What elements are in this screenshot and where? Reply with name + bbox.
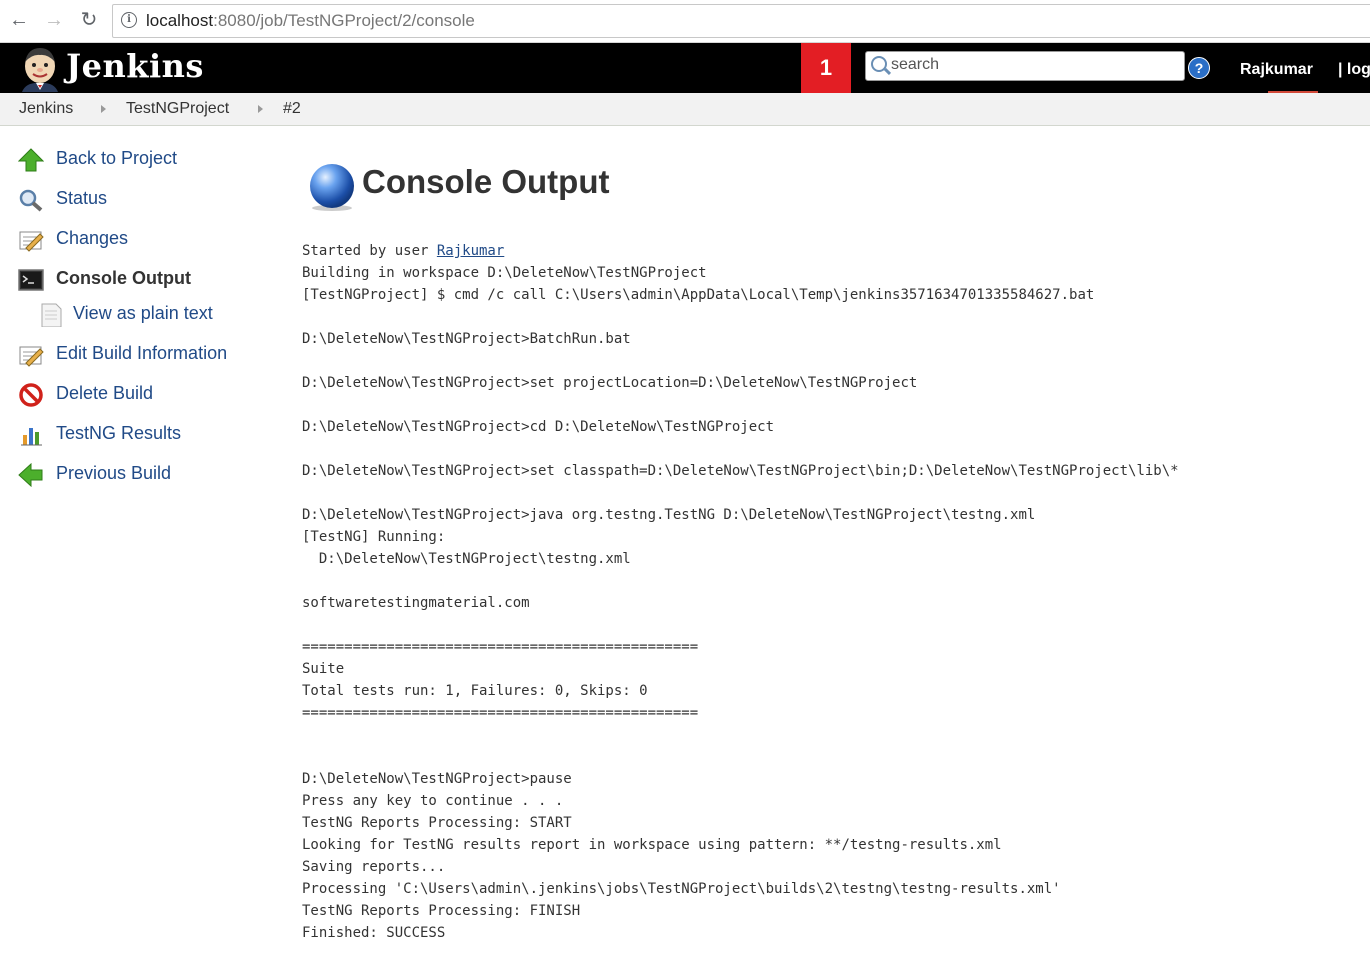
jenkins-header: Jenkins 1 ? Rajkumar | log	[0, 43, 1370, 93]
magnifier-icon	[19, 189, 43, 212]
blue-ball-icon	[310, 164, 354, 211]
jenkins-logo-text[interactable]: Jenkins	[66, 47, 204, 85]
breadcrumb-jenkins[interactable]: Jenkins	[19, 100, 73, 118]
console-log: Building in workspace D:\DeleteNow\TestN…	[302, 265, 1179, 941]
terminal-icon	[18, 269, 44, 291]
user-link[interactable]: Rajkumar	[1240, 61, 1313, 79]
task-label[interactable]: TestNG Results	[56, 423, 181, 444]
document-icon	[41, 303, 62, 327]
no-entry-icon	[19, 383, 43, 407]
breadcrumb-separator-icon[interactable]	[258, 105, 263, 113]
breadcrumb-project[interactable]: TestNGProject	[126, 100, 229, 118]
back-arrow-icon[interactable]: ←	[6, 8, 32, 34]
task-label[interactable]: Edit Build Information	[56, 343, 227, 364]
bar-chart-icon	[21, 428, 42, 446]
notepad-icon	[19, 346, 44, 367]
page-title: Console Output	[362, 163, 610, 200]
console-started-by: Started by user	[302, 243, 437, 259]
breadcrumb-build[interactable]: #2	[283, 100, 301, 118]
search-input[interactable]	[891, 55, 1176, 75]
task-label[interactable]: Changes	[56, 228, 128, 249]
url-host: localhost	[146, 11, 214, 30]
info-icon[interactable]: i	[121, 12, 137, 28]
task-label[interactable]: View as plain text	[73, 303, 213, 324]
url-text[interactable]: localhost:8080/job/TestNGProject/2/conso…	[146, 11, 475, 31]
task-label[interactable]: Delete Build	[56, 383, 153, 404]
jenkins-butler-icon[interactable]	[18, 46, 62, 92]
url-path: :8080/job/TestNGProject/2/console	[213, 11, 475, 30]
breadcrumb: Jenkins TestNGProject #2	[0, 93, 1370, 126]
forward-arrow-icon[interactable]: →	[41, 8, 67, 34]
logout-link[interactable]: | log	[1338, 61, 1370, 79]
browser-toolbar: ← → ↻ i localhost:8080/job/TestNGProject…	[0, 0, 1370, 43]
search-box	[865, 51, 1185, 81]
notification-badge[interactable]: 1	[801, 43, 851, 93]
notepad-icon	[19, 231, 44, 252]
reload-icon[interactable]: ↻	[76, 8, 102, 34]
console-output: Started by user Rajkumar Building in wor…	[302, 240, 1179, 944]
task-label[interactable]: Status	[56, 188, 107, 209]
task-label[interactable]: Back to Project	[56, 148, 177, 169]
search-icon	[871, 56, 887, 72]
left-arrow-icon	[18, 463, 43, 487]
address-bar[interactable]: i localhost:8080/job/TestNGProject/2/con…	[112, 4, 1370, 38]
up-arrow-icon	[18, 148, 44, 172]
breadcrumb-separator-icon[interactable]	[101, 105, 106, 113]
user-link-console[interactable]: Rajkumar	[437, 243, 504, 259]
task-label[interactable]: Previous Build	[56, 463, 171, 484]
help-icon[interactable]: ?	[1188, 57, 1210, 79]
task-label[interactable]: Console Output	[56, 268, 191, 289]
